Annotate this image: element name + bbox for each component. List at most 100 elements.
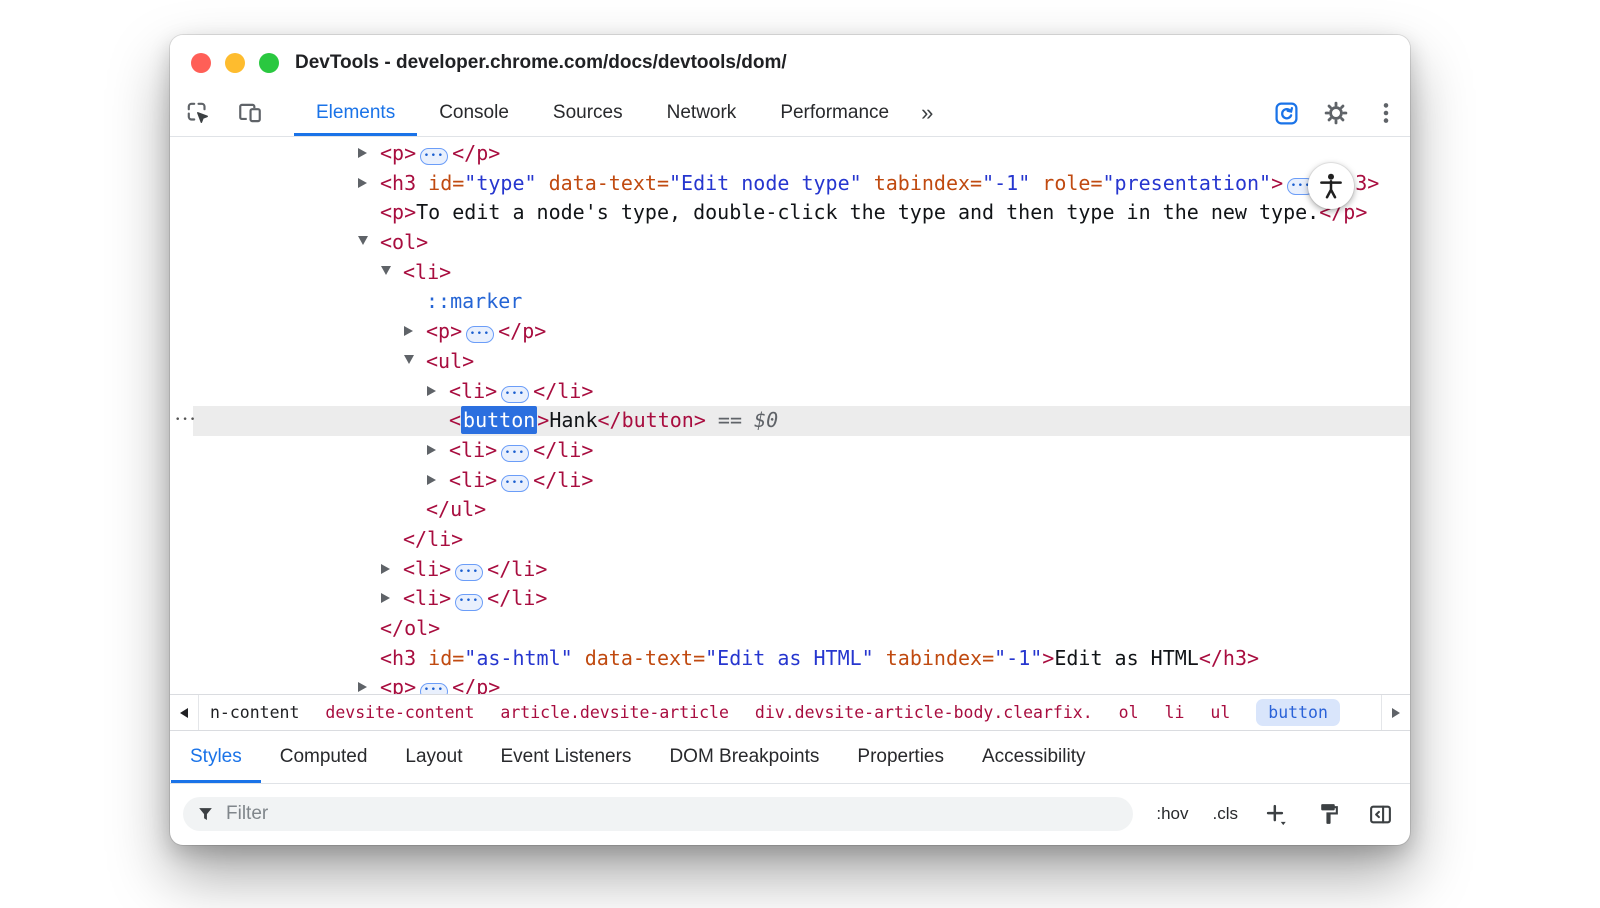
tree-row[interactable]: <li>•••</li>	[170, 555, 1410, 585]
sidebar-tab-styles[interactable]: Styles	[171, 731, 261, 783]
window-title: DevTools - developer.chrome.com/docs/dev…	[295, 52, 787, 74]
breadcrumb-item-devsite-content[interactable]: devsite-content	[325, 703, 474, 722]
expand-ellipsis-button[interactable]: •••	[501, 445, 529, 462]
tree-row[interactable]: <ul>	[170, 347, 1410, 377]
token-attr: data-text=	[537, 171, 669, 195]
tab-sources[interactable]: Sources	[531, 90, 645, 136]
tab-performance[interactable]: Performance	[758, 90, 911, 136]
sidebar-tab-event-listeners[interactable]: Event Listeners	[481, 731, 650, 783]
breadcrumb-item-button[interactable]: button	[1256, 699, 1340, 726]
tree-row[interactable]: <p>To edit a node's type, double-click t…	[170, 198, 1410, 228]
tab-network[interactable]: Network	[645, 90, 759, 136]
expand-ellipsis-button[interactable]: •••	[501, 475, 529, 492]
tree-row[interactable]: <h3 id="type" data-text="Edit node type"…	[170, 169, 1410, 199]
sidebar-tab-layout[interactable]: Layout	[386, 731, 481, 783]
breadcrumb-item-ul[interactable]: ul	[1210, 703, 1230, 722]
disclosure-down-icon[interactable]	[404, 347, 426, 377]
filter-field[interactable]	[183, 797, 1133, 831]
settings-icon[interactable]	[1322, 99, 1350, 127]
tree-row[interactable]: </ol>	[170, 614, 1410, 644]
expand-ellipsis-button[interactable]: •••	[420, 683, 448, 694]
tree-row[interactable]: <li>•••</li>	[170, 377, 1410, 407]
token-sel[interactable]: button	[461, 406, 537, 434]
filter-right-controls: :hov .cls	[1156, 800, 1394, 828]
main-toolbar: ElementsConsoleSourcesNetworkPerformance…	[170, 90, 1410, 137]
new-style-rule-plus-icon[interactable]	[1262, 800, 1290, 828]
tree-row[interactable]: <li>•••</li>	[170, 436, 1410, 466]
close-window-button[interactable]	[191, 53, 211, 73]
disclosure-right-icon[interactable]	[358, 139, 380, 169]
token-tag: </li>	[533, 379, 593, 403]
sidebar-tab-dom-breakpoints[interactable]: DOM Breakpoints	[650, 731, 838, 783]
more-options-icon[interactable]	[1372, 99, 1400, 127]
expand-ellipsis-button[interactable]: •••	[420, 148, 448, 165]
breadcrumb-item-article-devsite-article[interactable]: article.devsite-article	[500, 703, 728, 722]
disclosure-right-icon[interactable]	[381, 584, 403, 614]
disclosure-right-icon[interactable]	[427, 436, 449, 466]
token-tag: <	[449, 408, 461, 432]
tree-row-selected[interactable]: •••<button>Hank</button> == $0	[170, 406, 1410, 436]
breadcrumb-scroll-left-icon[interactable]	[170, 695, 199, 730]
minimize-window-button[interactable]	[225, 53, 245, 73]
refresh-icon[interactable]	[1272, 99, 1300, 127]
disclosure-right-icon[interactable]	[427, 377, 449, 407]
token-tag: </li>	[403, 527, 463, 551]
token-tag: </p>	[452, 675, 500, 694]
pseudo-state-toggle[interactable]: :hov	[1156, 804, 1188, 824]
breadcrumb-item-li[interactable]: li	[1165, 703, 1185, 722]
element-class-toggle[interactable]: .cls	[1213, 804, 1239, 824]
disclosure-down-icon[interactable]	[381, 258, 403, 288]
breadcrumb: n-content devsite-content article.devsite-…	[199, 699, 1340, 726]
format-paint-icon[interactable]	[1314, 800, 1342, 828]
filter-input[interactable]	[226, 803, 986, 825]
breadcrumb-item-n-content[interactable]: n-content	[210, 703, 299, 722]
inspect-icon[interactable]	[184, 99, 212, 127]
more-panels-icon[interactable]: »	[921, 100, 933, 126]
expand-ellipsis-button[interactable]: •••	[455, 564, 483, 581]
expand-ellipsis-button[interactable]: •••	[466, 326, 494, 343]
tree-row[interactable]: </ul>	[170, 495, 1410, 525]
breadcrumb-item-div-devsite-article-body-clearfix[interactable]: div.devsite-article-body.clearfix.	[755, 703, 1093, 722]
breadcrumb-bar: n-content devsite-content article.devsite-…	[170, 694, 1410, 731]
token-tag: </li>	[487, 586, 547, 610]
device-toolbar-icon[interactable]	[236, 99, 264, 127]
zoom-window-button[interactable]	[259, 53, 279, 73]
sidebar-tab-computed[interactable]: Computed	[261, 731, 387, 783]
tree-row[interactable]: ::marker	[170, 287, 1410, 317]
disclosure-right-icon[interactable]	[404, 317, 426, 347]
breadcrumb-item-ol[interactable]: ol	[1119, 703, 1139, 722]
tree-row[interactable]: <h3 id="as-html" data-text="Edit as HTML…	[170, 644, 1410, 674]
breadcrumb-scroll-right-icon[interactable]	[1381, 695, 1410, 730]
disclosure-down-icon[interactable]	[358, 228, 380, 258]
tree-row[interactable]: <p>•••</p>	[170, 139, 1410, 169]
tree-row[interactable]: <p>•••</p>	[170, 673, 1410, 694]
token-tag: </li>	[533, 438, 593, 462]
tree-row[interactable]: <li>	[170, 258, 1410, 288]
sidebar-tab-accessibility[interactable]: Accessibility	[963, 731, 1104, 783]
token-text: Edit as HTML	[1054, 646, 1199, 670]
disclosure-right-icon[interactable]	[427, 466, 449, 496]
expand-ellipsis-button[interactable]: •••	[501, 386, 529, 403]
disclosure-right-icon[interactable]	[358, 673, 380, 694]
tree-row[interactable]: <ol>	[170, 228, 1410, 258]
disclosure-right-icon[interactable]	[358, 169, 380, 199]
row-actions-icon[interactable]: •••	[175, 406, 197, 436]
token-tag: </li>	[487, 557, 547, 581]
token-tag: <ol>	[380, 230, 428, 254]
token-eq: ==	[706, 408, 754, 432]
disclosure-right-icon[interactable]	[381, 555, 403, 585]
toolbar-left-icons	[184, 99, 264, 127]
token-attr: tabindex=	[874, 646, 994, 670]
dom-tree: <p>•••</p><h3 id="type" data-text="Edit …	[170, 137, 1410, 694]
expand-ellipsis-button[interactable]: •••	[455, 594, 483, 611]
token-tag: <li>	[403, 586, 451, 610]
token-tag: </button>	[598, 408, 706, 432]
sidebar-tab-properties[interactable]: Properties	[838, 731, 963, 783]
tree-row[interactable]: <p>•••</p>	[170, 317, 1410, 347]
tab-console[interactable]: Console	[417, 90, 531, 136]
toggle-sidebar-icon[interactable]	[1366, 800, 1394, 828]
tree-row[interactable]: </li>	[170, 525, 1410, 555]
tree-row[interactable]: <li>•••</li>	[170, 584, 1410, 614]
tree-row[interactable]: <li>•••</li>	[170, 466, 1410, 496]
tab-elements[interactable]: Elements	[294, 90, 417, 136]
